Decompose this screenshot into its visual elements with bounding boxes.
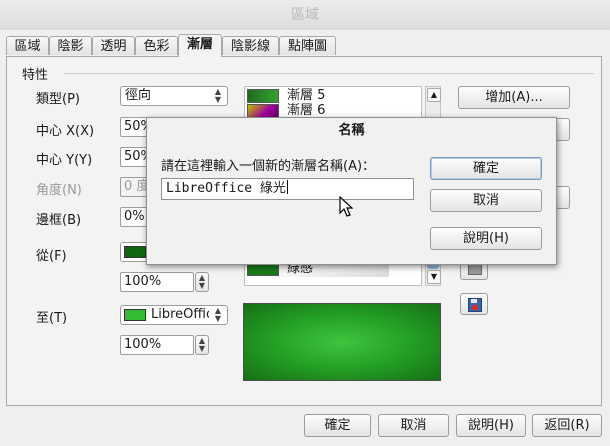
section-title: 特性: [22, 68, 49, 83]
from-color-swatch: [124, 246, 146, 258]
tab-label: 區域: [14, 39, 41, 54]
dialog-prompt: 請在這裡輸入一個新的漸層名稱(A)：: [161, 159, 376, 174]
scroll-down-icon[interactable]: ▼: [427, 270, 441, 284]
window-titlebar[interactable]: 區域: [0, 0, 610, 30]
gradient-swatch: [247, 89, 279, 103]
folder-icon: [468, 264, 482, 275]
updown-arrow-icon: ▲ ▼: [214, 87, 222, 104]
list-item-label: 漸層 5: [287, 88, 326, 103]
tab-label: 漸層: [186, 37, 213, 52]
tab-colors[interactable]: 色彩: [135, 36, 178, 55]
dialog-cancel-button[interactable]: 取消: [430, 189, 542, 212]
text-caret: [286, 180, 288, 194]
dialog-help-button[interactable]: 說明(H): [430, 227, 542, 250]
reset-button[interactable]: 返回(R): [532, 414, 602, 437]
scroll-up-icon[interactable]: ▲: [427, 88, 441, 102]
gradient-swatch: [247, 104, 279, 118]
dialog-ok-button[interactable]: 確定: [430, 157, 542, 180]
tab-bitmaps[interactable]: 點陣圖: [279, 36, 336, 55]
tab-label: 點陣圖: [287, 39, 327, 54]
border-label: 邊框(B): [36, 213, 82, 228]
tab-label: 陰影: [57, 39, 84, 54]
mouse-pointer-icon: [339, 196, 353, 217]
to-intensity-stepper[interactable]: ▲ ▼: [195, 335, 209, 355]
to-color-swatch: [124, 309, 146, 321]
add-button[interactable]: 增加(A)...: [458, 86, 570, 109]
save-gradients-button[interactable]: [460, 293, 488, 315]
to-intensity-input[interactable]: 100%: [120, 335, 194, 355]
tab-label: 陰影線: [230, 39, 270, 54]
ok-button[interactable]: 確定: [304, 414, 371, 437]
gradient-name-input[interactable]: LibreOffice 綠光: [161, 178, 414, 200]
gradient-name-value: LibreOffice 綠光: [166, 181, 286, 196]
center-x-label: 中心 X(X): [36, 124, 95, 139]
gradient-preview: [243, 303, 441, 381]
angle-label: 角度(N): [36, 183, 82, 198]
tab-label: 透明: [100, 39, 127, 54]
type-value: 徑向: [125, 88, 152, 103]
type-label: 類型(P): [36, 92, 80, 107]
from-label: 從(F): [36, 249, 67, 264]
section-divider: [64, 73, 594, 74]
from-intensity-input[interactable]: 100%: [120, 272, 194, 292]
type-select[interactable]: 徑向 ▲ ▼: [120, 86, 228, 106]
help-button[interactable]: 說明(H): [456, 414, 526, 437]
tab-transparency[interactable]: 透明: [92, 36, 135, 55]
updown-arrow-icon: ▲ ▼: [214, 306, 222, 323]
to-label: 至(T): [36, 311, 68, 326]
to-color-name: LibreOffice 綠光: [151, 307, 209, 322]
tab-shadow[interactable]: 陰影: [49, 36, 92, 55]
tab-hatching[interactable]: 陰影線: [222, 36, 279, 55]
save-icon: [468, 298, 482, 312]
name-dialog: 名稱 請在這裡輸入一個新的漸層名稱(A)： LibreOffice 綠光 確定 …: [146, 117, 557, 265]
tab-label: 色彩: [143, 39, 170, 54]
center-y-label: 中心 Y(Y): [36, 153, 93, 168]
dialog-title: 名稱: [338, 123, 365, 138]
from-intensity-stepper[interactable]: ▲ ▼: [195, 272, 209, 292]
tab-area[interactable]: 區域: [6, 36, 49, 55]
cancel-button[interactable]: 取消: [378, 414, 449, 437]
tab-gradients[interactable]: 漸層: [178, 34, 222, 57]
to-color-select[interactable]: LibreOffice 綠光 ▲▼: [120, 305, 228, 325]
window-title: 區域: [291, 7, 319, 23]
